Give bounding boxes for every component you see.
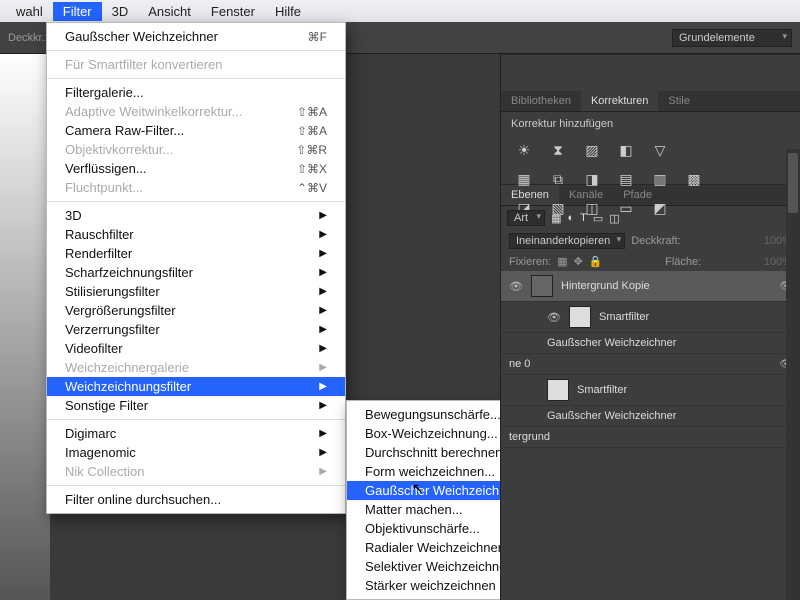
menu-hilfe[interactable]: Hilfe	[265, 2, 311, 21]
layer-ebene-0[interactable]: ne 0 👁	[501, 354, 800, 375]
filter-mask-thumb	[569, 306, 591, 328]
mi-stilisierung[interactable]: Stilisierungsfilter▶	[47, 282, 345, 301]
curves-icon[interactable]: ▨	[583, 142, 601, 159]
mi-filtergalerie[interactable]: Filtergalerie...	[47, 83, 345, 102]
fill-label: Fläche:	[665, 256, 701, 268]
exposure-icon[interactable]: ◧	[617, 142, 635, 159]
layer-gauss-1[interactable]: Gaußscher Weichzeichner ≡	[501, 333, 800, 354]
vibrance-icon[interactable]: ▽	[651, 142, 669, 159]
mi-verfluessigen[interactable]: Verflüssigen...⇧⌘X	[47, 159, 345, 178]
mi-fluchtpunkt: Fluchtpunkt...⌃⌘V	[47, 178, 345, 197]
mi-nik: Nik Collection▶	[47, 462, 345, 481]
menu-3d[interactable]: 3D	[102, 2, 139, 21]
canvas-area[interactable]	[0, 54, 50, 600]
lock-all-icon[interactable]: 🔒	[589, 255, 603, 268]
layer-thumb	[531, 275, 553, 297]
mi-vergroesserung[interactable]: Vergrößerungsfilter▶	[47, 301, 345, 320]
layer-kind-select[interactable]: Art	[507, 210, 545, 226]
lock-label: Fixieren:	[509, 256, 551, 268]
brightness-icon[interactable]: ☀	[515, 142, 533, 159]
channelmix-icon[interactable]: ▥	[651, 171, 669, 188]
layer-hintergrund[interactable]: tergrund	[501, 427, 800, 448]
selectivecolor-icon[interactable]: ◩	[651, 200, 669, 217]
gradientmap-icon[interactable]: ▭	[617, 200, 635, 217]
bw-icon[interactable]: ◨	[583, 171, 601, 188]
menu-fenster[interactable]: Fenster	[201, 2, 265, 21]
filter-menu: Gaußscher Weichzeichner⌘F Für Smartfilte…	[46, 22, 346, 514]
photofilter-icon[interactable]: ▤	[617, 171, 635, 188]
adjustments-icons-row3: ◪ ▧ ◫ ▭ ◩	[501, 194, 800, 223]
adjustments-icons-row1: ☀ ⧗ ▨ ◧ ▽	[501, 136, 800, 165]
mi-rauschfilter[interactable]: Rauschfilter▶	[47, 225, 345, 244]
tab-bibliotheken[interactable]: Bibliotheken	[501, 91, 581, 111]
layer-gauss-2[interactable]: Gaußscher Weichzeichner ≡	[501, 406, 800, 427]
mi-last-filter[interactable]: Gaußscher Weichzeichner⌘F	[47, 27, 345, 46]
tab-korrekturen[interactable]: Korrekturen	[581, 91, 658, 111]
layer-list: 👁 Hintergrund Kopie 👁 👁 Smartfilter Gauß…	[501, 271, 800, 448]
lock-pixels-icon[interactable]: ▦	[557, 255, 567, 268]
menu-wahl[interactable]: wahl	[6, 2, 53, 21]
mi-digimarc[interactable]: Digimarc▶	[47, 424, 345, 443]
mi-camera-raw[interactable]: Camera Raw-Filter...⇧⌘A	[47, 121, 345, 140]
levels-icon[interactable]: ⧗	[549, 142, 567, 159]
filter-mask-thumb	[547, 379, 569, 401]
posterize-icon[interactable]: ▧	[549, 200, 567, 217]
menu-ansicht[interactable]: Ansicht	[138, 2, 201, 21]
mi-scharfzeichnung[interactable]: Scharfzeichnungsfilter▶	[47, 263, 345, 282]
adjustments-panel: Bibliotheken Korrekturen Stile Korrektur…	[501, 54, 800, 184]
menu-filter[interactable]: Filter	[53, 2, 102, 21]
mi-videofilter[interactable]: Videofilter▶	[47, 339, 345, 358]
mi-3d[interactable]: 3D▶	[47, 206, 345, 225]
layers-panel: Ebenen Kanäle Pfade Art ▦ ◐ T ▭ ◫ Ineina…	[501, 184, 800, 448]
eye-icon[interactable]: 👁	[547, 311, 561, 324]
mi-verzerrung[interactable]: Verzerrungsfilter▶	[47, 320, 345, 339]
menubar: wahl Filter 3D Ansicht Fenster Hilfe	[0, 0, 800, 22]
lock-position-icon[interactable]: ✥	[574, 255, 583, 268]
hue-icon[interactable]: ▦	[515, 171, 533, 188]
eye-icon[interactable]: 👁	[509, 280, 523, 293]
mi-weichzeichnergalerie: Weichzeichnergalerie▶	[47, 358, 345, 377]
opacity-label: Deckkraft:	[631, 235, 681, 247]
layer-smartfilter-2[interactable]: Smartfilter	[501, 375, 800, 406]
tab-stile[interactable]: Stile	[658, 91, 699, 111]
colorlookup-icon[interactable]: ▩	[685, 171, 703, 188]
threshold-icon[interactable]: ◫	[583, 200, 601, 217]
blend-mode-select[interactable]: Ineinanderkopieren	[509, 233, 625, 249]
mi-adaptive-weitwinkel: Adaptive Weitwinkelkorrektur...⇧⌘A	[47, 102, 345, 121]
layer-hintergrund-kopie[interactable]: 👁 Hintergrund Kopie 👁	[501, 271, 800, 302]
workspace-select[interactable]: Grundelemente	[672, 29, 792, 47]
mi-renderfilter[interactable]: Renderfilter▶	[47, 244, 345, 263]
mi-objektivkorrektur: Objektivkorrektur...⇧⌘R	[47, 140, 345, 159]
mi-sonstige[interactable]: Sonstige Filter▶	[47, 396, 345, 415]
mi-smartfilter-convert: Für Smartfilter konvertieren	[47, 55, 345, 74]
mi-filter-online[interactable]: Filter online durchsuchen...	[47, 490, 345, 509]
adjustments-icons-row2: ▦ ⧉ ◨ ▤ ▥ ▩	[501, 165, 800, 194]
layer-smartfilter-1[interactable]: 👁 Smartfilter	[501, 302, 800, 333]
opacity-short-label: Deckkr.:	[8, 32, 48, 44]
mi-weichzeichnungsfilter[interactable]: Weichzeichnungsfilter▶	[47, 377, 345, 396]
colorbalance-icon[interactable]: ⧉	[549, 171, 567, 188]
adjustments-hint: Korrektur hinzufügen	[501, 112, 800, 136]
mi-imagenomic[interactable]: Imagenomic▶	[47, 443, 345, 462]
right-panels: Bibliotheken Korrekturen Stile Korrektur…	[500, 54, 800, 600]
panel-scrollbar[interactable]	[786, 149, 800, 600]
